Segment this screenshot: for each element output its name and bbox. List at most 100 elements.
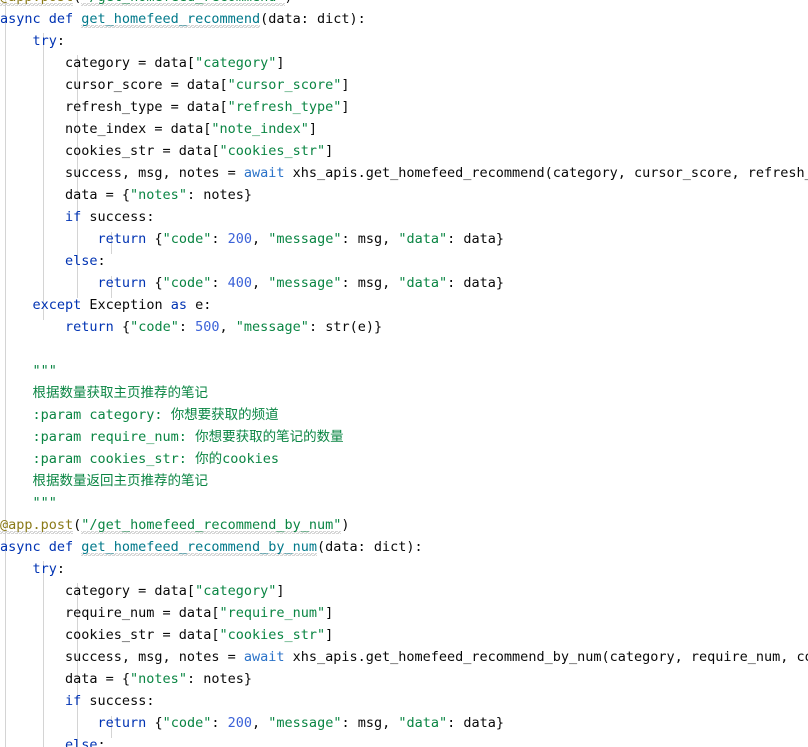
code-line[interactable]: """ — [0, 360, 808, 382]
code-line[interactable]: success, msg, notes = await xhs_apis.get… — [0, 162, 808, 184]
code-token: get_homefeed_recommend — [81, 11, 261, 28]
code-line[interactable]: :param category: 你想要获取的频道 — [0, 404, 808, 426]
code-line[interactable]: require_num = data["require_num"] — [0, 602, 808, 624]
code-line[interactable]: @app.post("/get_homefeed_recommend_by_nu… — [0, 514, 808, 536]
code-token: success: — [81, 693, 155, 709]
code-token: : data} — [447, 231, 505, 247]
code-line[interactable]: try: — [0, 558, 808, 580]
code-token: refresh_type = data[ — [0, 99, 228, 115]
code-line[interactable]: note_index = data["note_index"] — [0, 118, 808, 140]
code-line[interactable]: if success: — [0, 206, 808, 228]
code-line[interactable]: async def get_homefeed_recommend_by_num(… — [0, 536, 808, 558]
code-token: ) — [341, 517, 350, 533]
code-token: "message" — [235, 319, 309, 335]
code-editor-viewport[interactable]: @app.post("/get_homefeed_recommend")asyn… — [0, 0, 808, 747]
code-line[interactable]: data = {"notes": notes} — [0, 668, 808, 690]
code-token: ] — [341, 77, 350, 93]
code-token: 根据数量获取主页推荐的笔记 — [32, 385, 209, 401]
code-token: """ — [0, 495, 57, 511]
code-token: : msg, — [341, 715, 399, 731]
code-token: : — [56, 33, 66, 49]
code-line[interactable]: :param cookies_str: 你的cookies — [0, 448, 808, 470]
code-line[interactable]: category = data["category"] — [0, 580, 808, 602]
code-line[interactable]: data = {"notes": notes} — [0, 184, 808, 206]
code-token: cursor_score = data[ — [0, 77, 228, 93]
code-token: : data} — [447, 715, 505, 731]
code-token: as — [170, 297, 187, 313]
code-token: : data} — [447, 275, 505, 291]
code-token: return — [97, 231, 147, 247]
code-token: return — [65, 319, 114, 335]
code-token: xhs_apis.get_homefeed_recommend(category… — [292, 165, 808, 181]
code-line[interactable]: return {"code": 500, "message": str(e)} — [0, 316, 808, 338]
code-token: success, msg, notes = — [0, 165, 244, 181]
code-line[interactable]: @app.post("/get_homefeed_recommend") — [0, 0, 808, 8]
code-token: Exception — [81, 297, 171, 313]
code-token: "refresh_type" — [227, 99, 342, 115]
code-token: else — [65, 737, 98, 747]
code-content[interactable]: @app.post("/get_homefeed_recommend")asyn… — [0, 0, 808, 747]
code-token: "message" — [268, 275, 342, 291]
code-line[interactable]: cookies_str = data["cookies_str"] — [0, 624, 808, 646]
code-line[interactable]: if success: — [0, 690, 808, 712]
code-token: @app.post — [0, 0, 74, 6]
code-line[interactable]: else: — [0, 250, 808, 272]
code-token: return — [97, 275, 147, 291]
code-token: "notes" — [130, 671, 187, 687]
code-token: { — [146, 231, 163, 247]
code-line[interactable]: refresh_type = data["refresh_type"] — [0, 96, 808, 118]
code-token: try — [32, 33, 57, 49]
code-token: xhs_apis.get_homefeed_recommend_by_num(c… — [292, 649, 808, 665]
code-token: "data" — [398, 275, 448, 291]
code-token: : — [178, 319, 196, 335]
code-token: success, msg, notes = — [0, 649, 244, 665]
code-line[interactable]: return {"code": 400, "message": msg, "da… — [0, 272, 808, 294]
code-token: try — [32, 561, 57, 577]
code-token: , — [252, 231, 269, 247]
code-line[interactable]: return {"code": 200, "message": msg, "da… — [0, 712, 808, 734]
code-line[interactable]: """ — [0, 492, 808, 514]
code-line[interactable]: success, msg, notes = await xhs_apis.get… — [0, 646, 808, 668]
code-token: "/get_homefeed_recommend" — [81, 0, 285, 6]
code-token: "require_num" — [219, 605, 326, 621]
code-token: data = { — [0, 671, 131, 687]
code-token: 200 — [227, 231, 253, 247]
code-line[interactable] — [0, 338, 808, 360]
code-token: 400 — [227, 275, 253, 291]
code-token: : — [211, 275, 228, 291]
code-token: category = data[ — [0, 55, 196, 71]
code-line[interactable]: :param require_num: 你想要获取的笔记的数量 — [0, 426, 808, 448]
code-token: 你想要获取的笔记的数量 — [195, 429, 344, 445]
code-token: cookies_str = data[ — [0, 143, 220, 159]
code-line[interactable]: cursor_score = data["cursor_score"] — [0, 74, 808, 96]
code-line[interactable]: else: — [0, 734, 808, 747]
code-token: success: — [81, 209, 155, 225]
code-line[interactable]: 根据数量获取主页推荐的笔记 — [0, 382, 808, 404]
code-line[interactable]: return {"code": 200, "message": msg, "da… — [0, 228, 808, 250]
code-line[interactable]: async def get_homefeed_recommend(data: d… — [0, 8, 808, 30]
code-token: if — [65, 693, 82, 709]
code-token: 200 — [227, 715, 253, 731]
code-token: else — [65, 253, 98, 269]
code-line[interactable]: category = data["category"] — [0, 52, 808, 74]
code-token: : — [97, 737, 106, 747]
code-line[interactable]: 根据数量返回主页推荐的笔记 — [0, 470, 808, 492]
code-token: , — [219, 319, 236, 335]
code-token: category = data[ — [0, 583, 196, 599]
code-line[interactable]: except Exception as e: — [0, 294, 808, 316]
code-token: : msg, — [341, 275, 399, 291]
code-line[interactable]: cookies_str = data["cookies_str"] — [0, 140, 808, 162]
code-token: : notes} — [186, 671, 252, 687]
code-line[interactable]: try: — [0, 30, 808, 52]
code-token: { — [146, 275, 163, 291]
code-token: ) — [285, 0, 293, 5]
